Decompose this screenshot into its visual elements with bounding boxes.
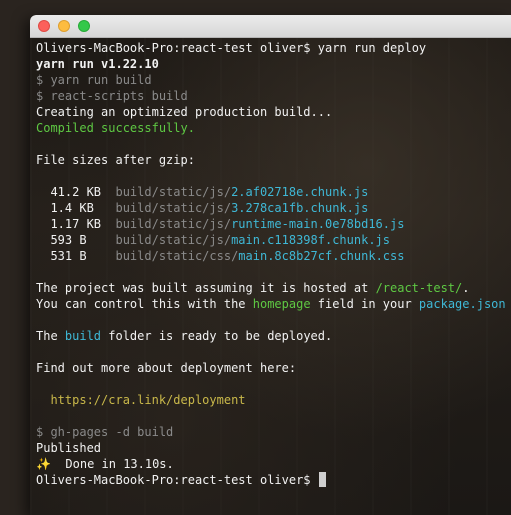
file-sizes-header: File sizes after gzip:	[36, 153, 195, 167]
react-scripts-step-line: $ react-scripts build	[36, 89, 188, 103]
file-dir: build/static/js/	[115, 217, 232, 231]
file-size-row: 531 B build/static/css/main.8c8b27cf.chun…	[36, 248, 507, 264]
file-name: 3.278ca1fb.chunk.js	[231, 201, 369, 215]
command: yarn run deploy	[317, 41, 427, 55]
file-name: 2.af02718e.chunk.js	[231, 185, 369, 199]
file-size-list: 41.2 KB build/static/js/2.af02718e.chunk.…	[36, 184, 507, 264]
creating-build-line: Creating an optimized production build..…	[36, 105, 333, 119]
control-line: You can control this with the homepage f…	[36, 296, 507, 312]
terminal-window: Olivers-MacBook-Pro:react-test oliver$ y…	[30, 15, 511, 515]
file-name: runtime-main.0e78bd16.js	[231, 217, 405, 231]
final-prompt: Olivers-MacBook-Pro:react-test oliver$	[36, 473, 318, 487]
final-prompt-line[interactable]: Olivers-MacBook-Pro:react-test oliver$	[36, 472, 507, 488]
published-line: Published	[36, 441, 102, 455]
title-bar[interactable]	[30, 15, 511, 38]
file-dir: build/static/css/	[115, 249, 239, 263]
file-size-row: 1.17 KB build/static/js/runtime-main.0e78…	[36, 216, 507, 232]
maximize-window-button[interactable]	[78, 20, 90, 32]
file-size: 531 B	[50, 249, 87, 263]
file-size: 593 B	[50, 233, 87, 247]
close-window-button[interactable]	[38, 20, 50, 32]
package-json: package.json	[418, 297, 506, 311]
homepage-field: homepage	[252, 297, 311, 311]
file-name: main.8c8b27cf.chunk.css	[238, 249, 405, 263]
deploy-link[interactable]: https://cra.link/deployment	[36, 392, 507, 408]
ready-end-text: folder is ready to be deployed.	[101, 329, 333, 343]
file-dir: build/static/js/	[115, 201, 232, 215]
ready-text: The	[36, 329, 65, 343]
ready-line: The build folder is ready to be deployed…	[36, 328, 507, 344]
yarn-version-line: yarn run v1.22.10	[36, 57, 159, 71]
hosted-line: The project was built assuming it is hos…	[36, 280, 507, 296]
file-name: main.c118398f.chunk.js	[231, 233, 391, 247]
hosted-end: .	[462, 281, 470, 295]
control-mid-text: field in your	[310, 297, 419, 311]
control-end: .	[506, 297, 507, 311]
file-dir: build/static/js/	[115, 185, 232, 199]
find-more-line: Find out more about deployment here:	[36, 361, 297, 375]
hosted-text: The project was built assuming it is hos…	[36, 281, 376, 295]
terminal-output[interactable]: Olivers-MacBook-Pro:react-test oliver$ y…	[36, 40, 507, 515]
file-size: 1.4 KB	[50, 201, 94, 215]
file-size: 1.17 KB	[50, 217, 102, 231]
file-dir: build/static/js/	[115, 233, 232, 247]
minimize-window-button[interactable]	[58, 20, 70, 32]
done-line: ✨ Done in 13.10s.	[36, 457, 174, 471]
prompt: Olivers-MacBook-Pro:react-test oliver$	[36, 41, 311, 55]
compiled-success-line: Compiled successfully.	[36, 121, 195, 135]
deploy-link-text[interactable]: https://cra.link/deployment	[50, 393, 245, 407]
gh-pages-step-line: $ gh-pages -d build	[36, 425, 174, 439]
text-cursor	[318, 472, 326, 487]
command-line: Olivers-MacBook-Pro:react-test oliver$ y…	[36, 40, 507, 56]
build-folder: build	[64, 329, 102, 343]
control-text: You can control this with the	[36, 297, 253, 311]
hosted-path: /react-test/	[375, 281, 463, 295]
file-size-row: 593 B build/static/js/main.c118398f.chunk…	[36, 232, 507, 248]
file-size-row: 1.4 KB build/static/js/3.278ca1fb.chunk.j…	[36, 200, 507, 216]
build-step-line: $ yarn run build	[36, 73, 152, 87]
file-size-row: 41.2 KB build/static/js/2.af02718e.chunk.…	[36, 184, 507, 200]
file-size: 41.2 KB	[50, 185, 102, 199]
